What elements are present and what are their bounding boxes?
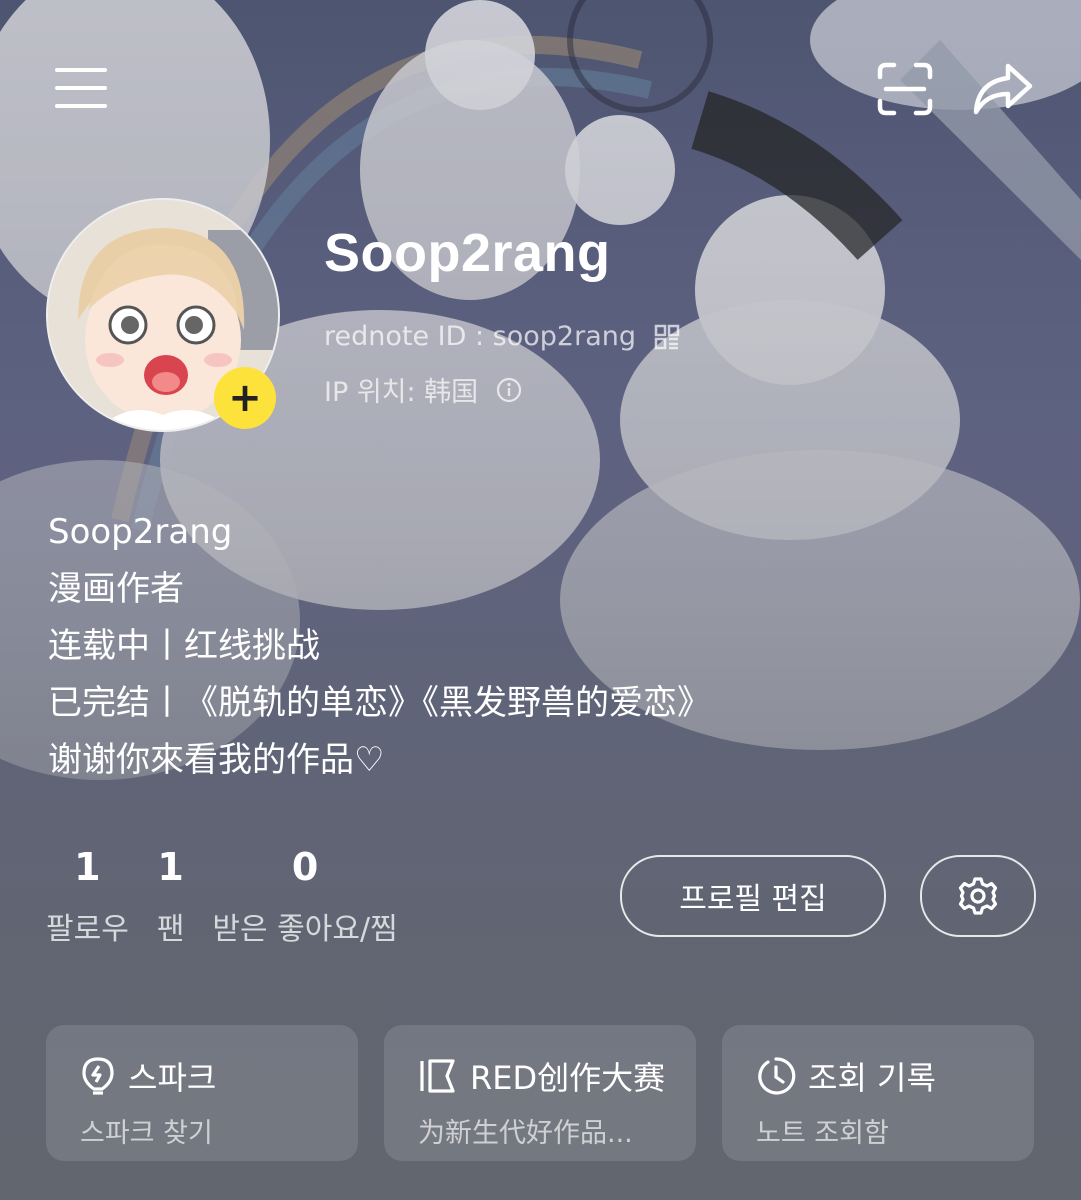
menu-button[interactable] xyxy=(50,60,112,116)
rednote-id: rednote ID : soop2rang xyxy=(324,321,637,352)
card-subtitle: 为新生代好作品... xyxy=(418,1118,633,1149)
history-clock-icon xyxy=(758,1057,796,1095)
ip-location: IP 위치: 韩国 xyxy=(324,377,479,408)
bio-line: Soop2rang xyxy=(48,512,233,552)
stat-value: 1 xyxy=(74,845,101,889)
stat-following[interactable]: 1 팔로우 xyxy=(46,842,129,948)
edit-profile-button[interactable]: 프로필 편집 xyxy=(620,855,886,937)
card-view-history[interactable]: 조회 기록 노트 조회함 xyxy=(722,1025,1034,1161)
card-title-row: RED创作大赛 xyxy=(418,1053,665,1099)
lightbulb-icon xyxy=(82,1057,114,1095)
bio-line: 已完结丨《脱轨的单恋》《黑发野兽的爱恋》 xyxy=(48,683,711,723)
username: Soop2rang xyxy=(324,223,611,283)
stat-label: 팔로우 xyxy=(46,912,129,947)
flag-icon xyxy=(420,1059,455,1093)
stats-row: 1 팔로우 1 팬 0 받은 좋아요/찜 xyxy=(46,842,398,948)
stat-likes[interactable]: 0 받은 좋아요/찜 xyxy=(212,842,397,948)
rednote-id-row[interactable]: rednote ID : soop2rang xyxy=(324,321,680,352)
bio-line: 谢谢你來看我的作品♡ xyxy=(48,740,385,780)
qr-code-icon xyxy=(654,324,680,349)
bio: Soop2rang 漫画作者 连载中丨红线挑战 已完结丨《脱轨的单恋》《黑发野兽… xyxy=(48,504,711,789)
scan-button[interactable] xyxy=(872,58,938,120)
stat-label: 받은 좋아요/찜 xyxy=(212,912,398,947)
gear-icon xyxy=(958,877,998,915)
add-avatar-button[interactable]: + xyxy=(214,367,276,429)
share-arrow-icon xyxy=(973,63,1033,115)
scan-icon xyxy=(877,62,933,116)
stat-fans[interactable]: 1 팬 xyxy=(157,842,185,948)
card-subtitle: 노트 조회함 xyxy=(756,1118,889,1149)
card-title: 스파크 xyxy=(128,1059,217,1097)
settings-button[interactable] xyxy=(920,855,1036,937)
card-title-row: 조회 기록 xyxy=(756,1053,936,1099)
plus-icon: + xyxy=(228,375,262,421)
stat-value: 0 xyxy=(291,845,319,889)
bio-line: 连载中丨红线挑战 xyxy=(48,626,320,666)
card-title: RED创作大赛 xyxy=(470,1059,666,1097)
hamburger-menu-icon xyxy=(55,68,107,108)
card-spark[interactable]: 스파크 스파크 찾기 xyxy=(46,1025,358,1161)
card-subtitle: 스파크 찾기 xyxy=(80,1118,213,1149)
info-icon xyxy=(497,377,522,402)
stat-label: 팬 xyxy=(156,912,185,947)
card-title-row: 스파크 xyxy=(80,1053,216,1099)
stat-value: 1 xyxy=(157,845,184,889)
ip-location-row[interactable]: IP 위치: 韩国 xyxy=(324,370,522,409)
bio-line: 漫画作者 xyxy=(48,569,184,609)
share-button[interactable] xyxy=(968,56,1038,120)
card-title: 조회 기록 xyxy=(808,1059,936,1097)
card-red-contest[interactable]: RED创作大赛 为新生代好作品... xyxy=(384,1025,696,1161)
